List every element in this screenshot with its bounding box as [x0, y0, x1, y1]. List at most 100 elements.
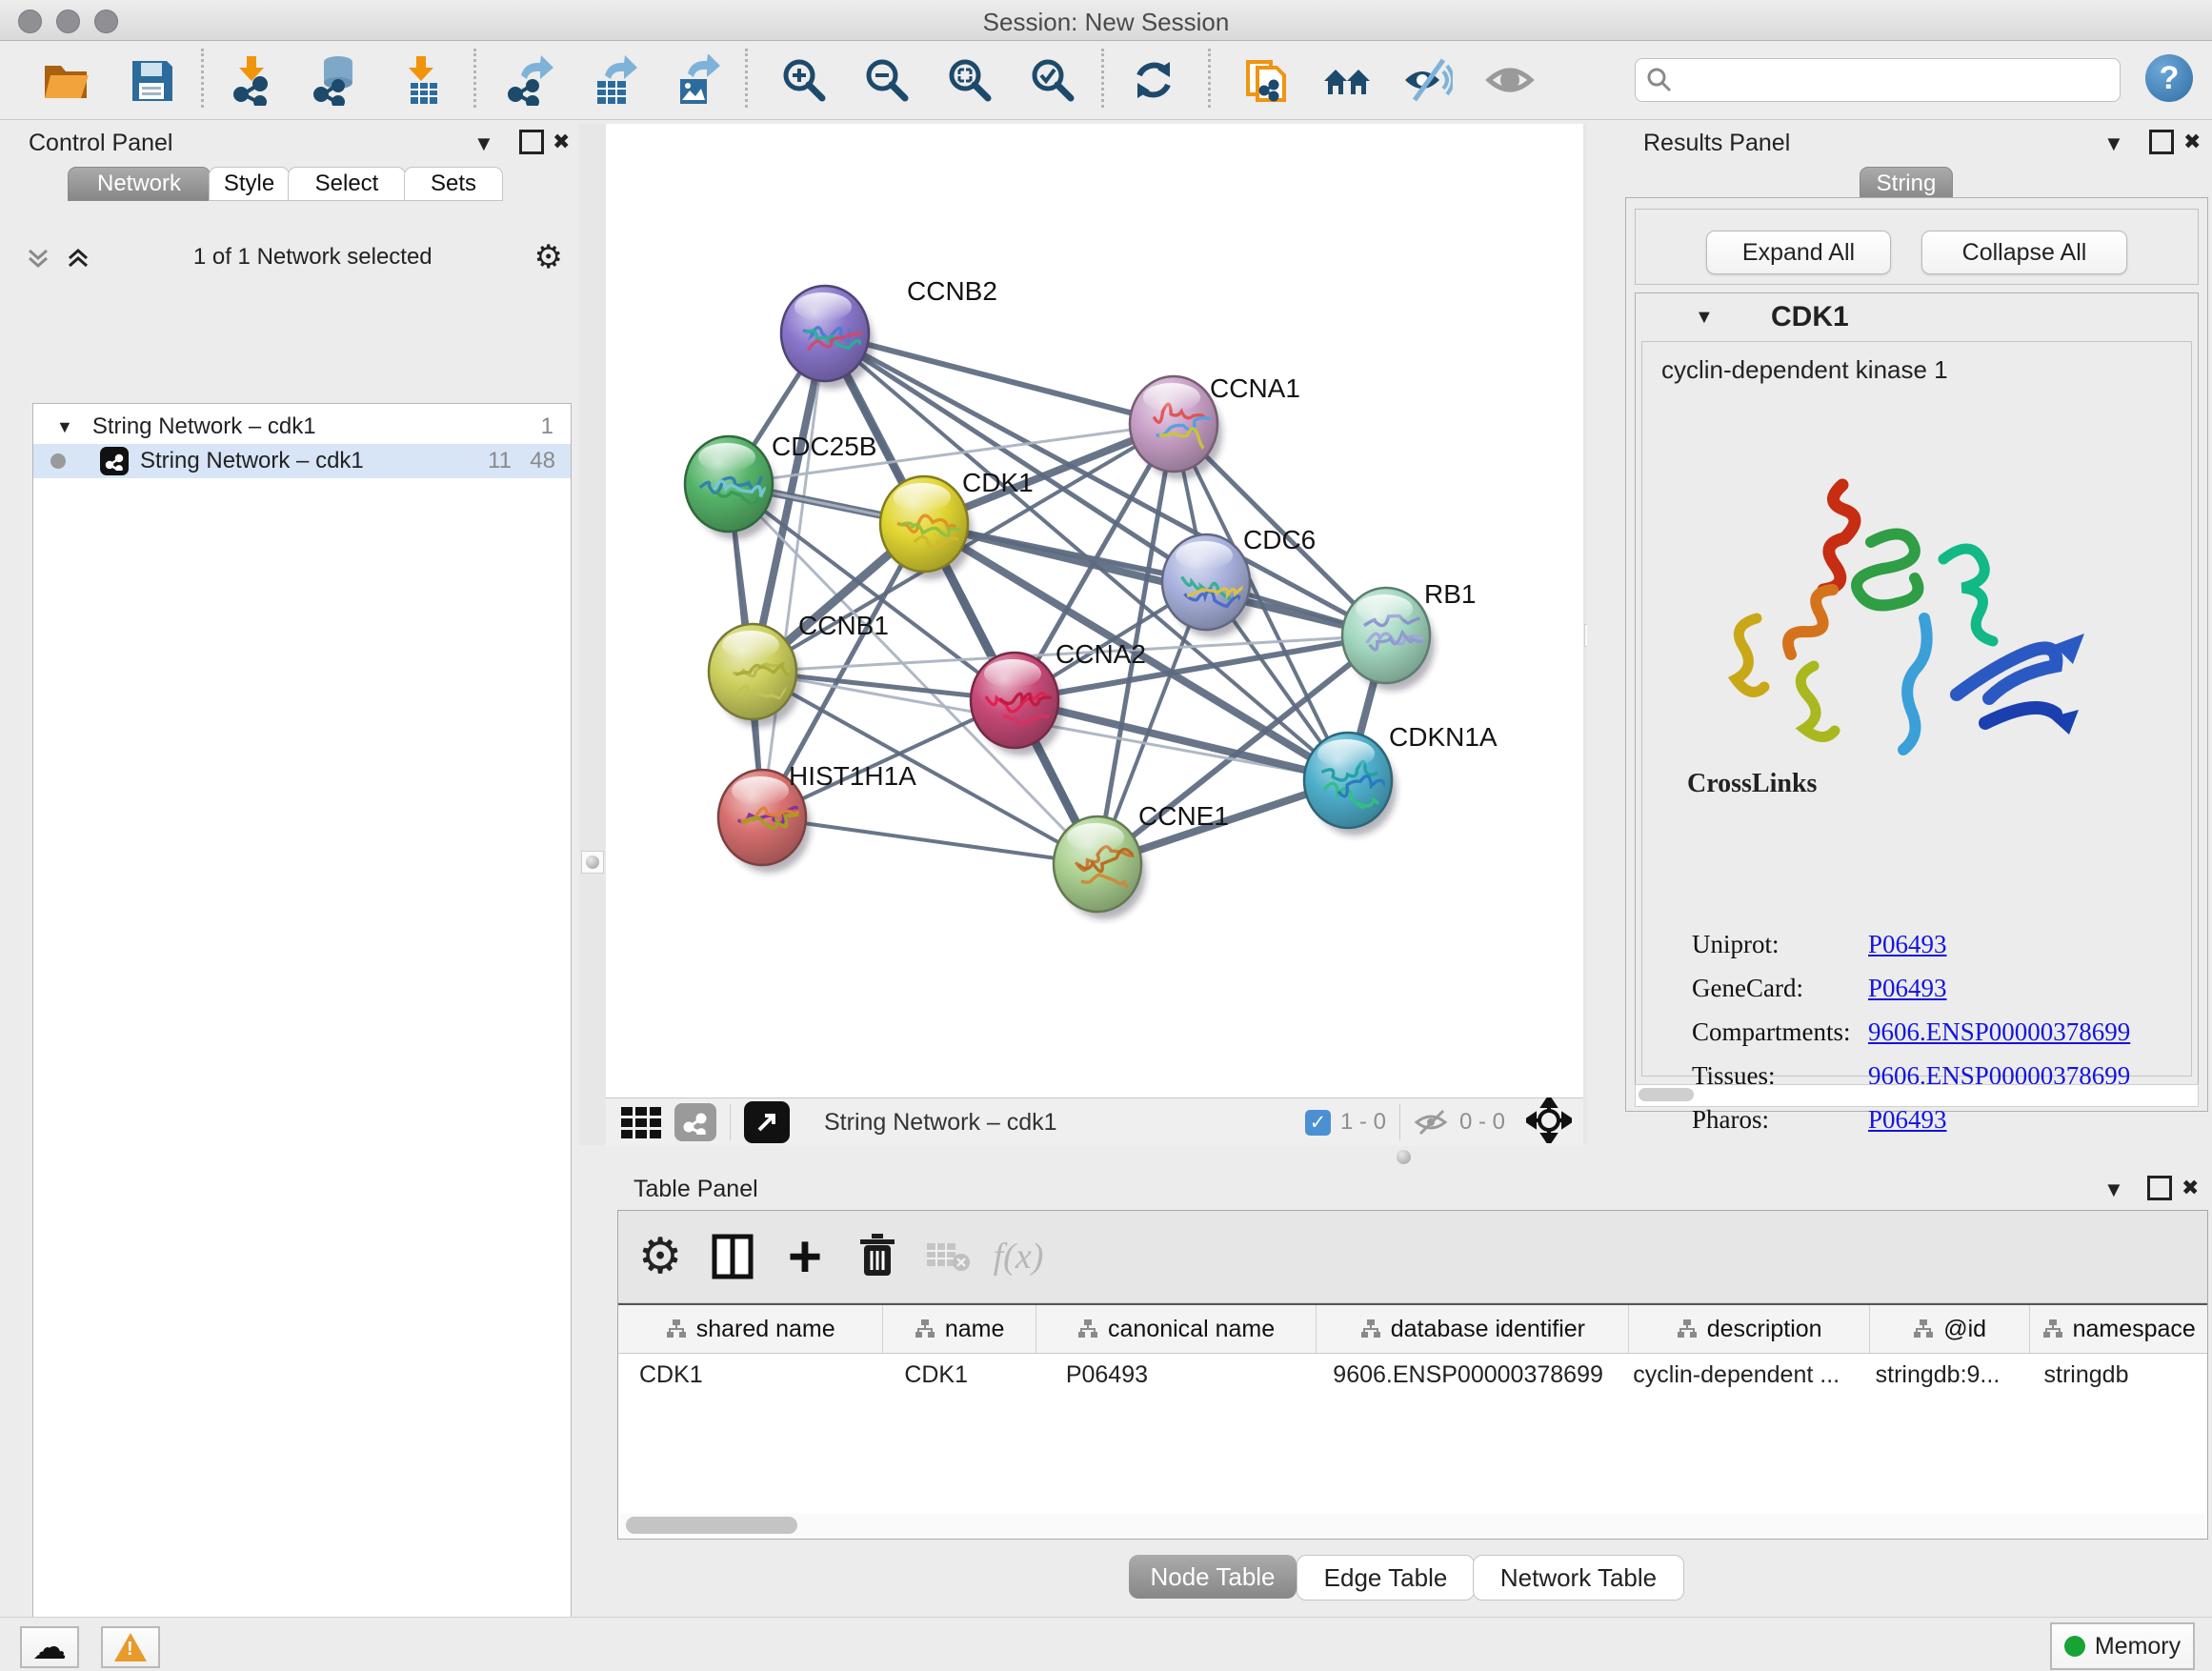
crosslink-row: GeneCard:P06493 — [1692, 974, 2187, 1012]
table-hscrollbar-thumb[interactable] — [626, 1517, 797, 1534]
collection-expand-icon[interactable]: ▼ — [56, 417, 73, 437]
tab-style[interactable]: Style — [209, 167, 290, 201]
gene-description: cyclin-dependent kinase 1 — [1661, 355, 1948, 385]
network-node-count: 11 — [488, 448, 512, 474]
crosslink-pharos[interactable]: P06493 — [1868, 1105, 1947, 1134]
import-network-from-database-icon[interactable] — [310, 54, 361, 106]
horizontal-splitter[interactable] — [579, 1145, 2212, 1170]
close-panel-icon[interactable]: ✖ — [2183, 131, 2201, 152]
table-options-gear-icon[interactable]: ⚙ — [633, 1230, 687, 1283]
float-panel-icon[interactable]: ▼ — [473, 133, 494, 154]
maximize-panel-icon[interactable] — [519, 130, 544, 154]
float-panel-icon[interactable]: ▼ — [2103, 133, 2124, 154]
warnings-button[interactable]: ! — [101, 1626, 160, 1668]
export-network-icon[interactable] — [504, 54, 555, 106]
toolbar-search[interactable] — [1635, 58, 2121, 102]
gene-collapse-icon[interactable]: ▼ — [1695, 307, 1714, 329]
left-splitter[interactable] — [579, 124, 607, 1145]
panel-options-gear-icon[interactable]: ⚙ — [534, 241, 563, 273]
svg-text:CDK1: CDK1 — [962, 468, 1034, 497]
expand-all-button[interactable]: Expand All — [1706, 231, 1891, 274]
horizontal-splitter-handle[interactable] — [1397, 1150, 1411, 1164]
cloud-status-button[interactable]: ☁ — [20, 1626, 79, 1668]
memory-button[interactable]: Memory — [2050, 1622, 2195, 1670]
tab-edge-table[interactable]: Edge Table — [1297, 1555, 1475, 1601]
zoom-in-icon[interactable] — [778, 54, 830, 106]
svg-text:CDC25B: CDC25B — [772, 432, 876, 461]
tab-string-results[interactable]: String — [1860, 167, 1953, 201]
collapse-all-icon[interactable] — [25, 243, 51, 272]
function-builder-icon[interactable]: f(x) — [992, 1230, 1045, 1283]
table-hscrollbar[interactable] — [620, 1514, 2205, 1537]
tab-node-table[interactable]: Node Table — [1129, 1555, 1297, 1599]
column-header[interactable]: @id — [1870, 1305, 2031, 1353]
zoom-selected-icon[interactable] — [1027, 54, 1078, 106]
column-header[interactable]: description — [1629, 1305, 1869, 1353]
left-splitter-handle[interactable] — [581, 851, 604, 874]
cloud-icon: ☁ — [32, 1630, 67, 1664]
close-panel-icon[interactable]: ✖ — [553, 131, 570, 152]
table-panel-title: Table Panel — [633, 1176, 758, 1203]
clone-network-icon[interactable] — [1242, 54, 1294, 106]
column-header[interactable]: canonical name — [1036, 1305, 1317, 1353]
toolbar-separator — [1101, 49, 1104, 108]
collapse-all-button[interactable]: Collapse All — [1921, 231, 2127, 274]
export-table-icon[interactable] — [588, 54, 639, 106]
results-buttons-box: Expand All Collapse All — [1635, 209, 2199, 285]
zoom-fit-icon[interactable] — [944, 54, 995, 106]
close-panel-icon[interactable]: ✖ — [2182, 1178, 2199, 1198]
tab-select[interactable]: Select — [288, 167, 406, 201]
toolbar-separator — [473, 49, 476, 108]
results-hscrollbar[interactable] — [1635, 1084, 2199, 1107]
open-session-icon[interactable] — [40, 54, 91, 106]
tab-network[interactable]: Network — [68, 167, 211, 201]
column-header[interactable]: shared name — [618, 1305, 883, 1353]
toolbar-separator — [745, 49, 748, 108]
network-view-canvas[interactable]: CCNB2 CCNA1 CDC25B CDK1 CDC6 — [606, 124, 1583, 1097]
string-view-icon[interactable] — [674, 1103, 716, 1141]
gene-name-header: CDK1 — [1771, 301, 1849, 333]
collection-count: 1 — [541, 413, 553, 440]
delete-table-icon[interactable] — [921, 1230, 975, 1283]
help-button[interactable]: ? — [2145, 54, 2193, 102]
crosslink-uniprot[interactable]: P06493 — [1868, 930, 1947, 958]
hide-selected-icon[interactable] — [1401, 54, 1453, 106]
control-panel-title: Control Panel — [29, 130, 172, 157]
export-image-icon[interactable] — [671, 54, 722, 106]
crosslink-row: Uniprot:P06493 — [1692, 930, 2187, 968]
maximize-panel-icon[interactable] — [2149, 130, 2174, 154]
birdseye-grid-icon[interactable] — [621, 1107, 661, 1138]
search-input[interactable] — [1674, 66, 2087, 94]
import-network-icon[interactable] — [228, 54, 279, 106]
footer-separator — [1399, 1104, 1400, 1140]
network-graph[interactable]: CCNB2 CCNA1 CDC25B CDK1 CDC6 — [606, 124, 1583, 1097]
tab-network-table[interactable]: Network Table — [1473, 1555, 1684, 1601]
network-row[interactable]: String Network – cdk1 11 48 — [33, 444, 571, 478]
selected-checkbox-icon[interactable]: ✓ — [1305, 1110, 1331, 1136]
open-in-window-icon[interactable] — [744, 1101, 790, 1143]
svg-text:CDKN1A: CDKN1A — [1389, 722, 1498, 752]
maximize-panel-icon[interactable] — [2147, 1176, 2172, 1200]
show-all-icon[interactable] — [1485, 54, 1537, 106]
table-row[interactable]: CDK1 CDK1 P06493 9606.ENSP00000378699 cy… — [618, 1352, 2207, 1398]
zoom-out-icon[interactable] — [861, 54, 913, 106]
crosslink-genecard[interactable]: P06493 — [1868, 974, 1947, 1002]
show-columns-icon[interactable] — [706, 1230, 759, 1283]
collection-label: String Network – cdk1 — [92, 413, 316, 440]
add-column-icon[interactable]: + — [778, 1230, 832, 1283]
first-neighbors-icon[interactable] — [1321, 54, 1373, 106]
fit-content-crosshair-icon[interactable] — [1526, 1097, 1572, 1148]
network-status-dot — [50, 453, 66, 469]
save-session-icon[interactable] — [126, 54, 177, 106]
expand-all-icon[interactable] — [65, 243, 91, 272]
delete-column-icon[interactable] — [851, 1230, 904, 1283]
column-header[interactable]: name — [883, 1305, 1036, 1353]
tab-sets[interactable]: Sets — [404, 167, 503, 201]
column-header[interactable]: database identifier — [1317, 1305, 1629, 1353]
column-header[interactable]: namespace — [2030, 1305, 2207, 1353]
float-panel-icon[interactable]: ▼ — [2103, 1179, 2124, 1200]
network-collection-row[interactable]: ▼ String Network – cdk1 1 — [33, 410, 571, 444]
import-table-icon[interactable] — [397, 54, 449, 106]
refresh-icon[interactable] — [1128, 54, 1179, 106]
crosslink-compartments[interactable]: 9606.ENSP00000378699 — [1868, 1017, 2130, 1046]
